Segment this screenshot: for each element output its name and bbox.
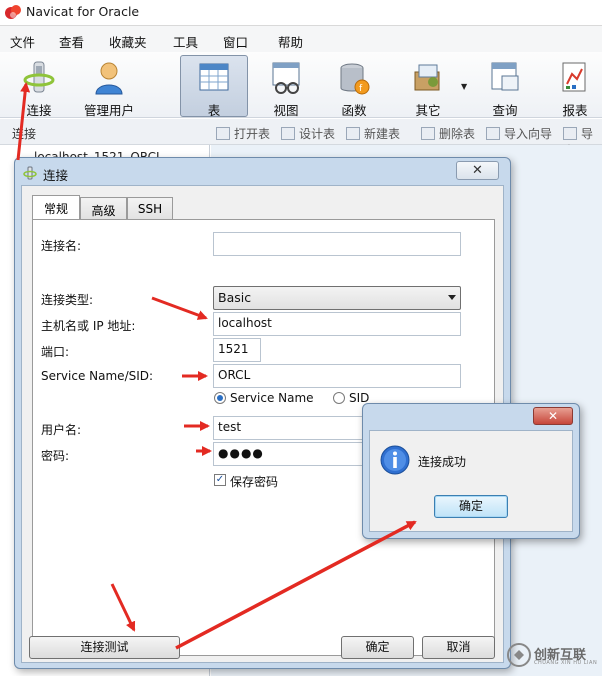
host-label: 主机名或 IP 地址: — [41, 319, 136, 333]
new-table-button[interactable]: 新建表 — [346, 125, 400, 142]
info-icon — [380, 445, 410, 475]
conn-name-label: 连接名: — [41, 239, 82, 253]
menu-view[interactable]: 查看 — [59, 32, 84, 51]
port-label: 端口: — [41, 345, 70, 359]
report-icon — [562, 62, 586, 92]
toolbar-view-label: 视图 — [273, 103, 299, 118]
delete-table-label: 删除表 — [439, 127, 476, 141]
cancel-button[interactable]: 取消 — [422, 636, 495, 659]
watermark-logo: 创新互联 CHUANG XIN HU LIAN — [504, 640, 600, 670]
toolbar-connect-label: 连接 — [26, 103, 52, 118]
dialog-plug-icon — [23, 166, 37, 180]
toolbar-query-button[interactable]: 查询 — [477, 56, 533, 118]
connection-plug-icon — [23, 61, 55, 93]
toolbar-users-label: 管理用户 — [83, 103, 134, 118]
menu-file[interactable]: 文件 — [10, 32, 35, 51]
new-table-icon — [346, 127, 360, 140]
toolbar-connect-button[interactable]: 连接 — [10, 56, 68, 118]
toolbar-function-button[interactable]: f 函数 — [326, 56, 382, 118]
delete-table-button[interactable]: 删除表 — [421, 125, 475, 142]
import-wizard-label: 导入向导 — [504, 127, 553, 141]
dialog-close-button[interactable]: ✕ — [456, 161, 499, 180]
view-glasses-icon — [272, 62, 300, 94]
delete-table-icon — [421, 127, 435, 140]
password-label: 密码: — [41, 449, 70, 463]
test-connection-button[interactable]: 连接测试 — [29, 636, 180, 659]
toolbar-other-button[interactable]: 其它 — [398, 56, 458, 118]
toolbar-users-button[interactable]: 管理用户 — [78, 56, 140, 118]
service-name-radio[interactable] — [214, 392, 226, 404]
toolbar-report-button[interactable]: 报表 — [548, 56, 602, 118]
username-label: 用户名: — [41, 423, 82, 437]
toolbar-report-label: 报表 — [562, 103, 588, 118]
menu-help[interactable]: 帮助 — [278, 32, 303, 51]
port-input[interactable]: 1521 — [213, 338, 261, 362]
table-icon — [199, 63, 229, 91]
app-title: Navicat for Oracle — [26, 4, 140, 19]
open-table-label: 打开表 — [234, 127, 271, 141]
import-wizard-icon — [486, 127, 500, 140]
service-input[interactable]: ORCL — [213, 364, 461, 388]
title-bar: Navicat for Oracle — [0, 0, 602, 26]
open-table-button[interactable]: 打开表 — [216, 125, 270, 142]
other-dropdown-arrow-icon[interactable]: ▼ — [461, 82, 467, 91]
sid-radio[interactable] — [333, 392, 345, 404]
conn-type-select[interactable]: Basic — [213, 286, 461, 310]
object-toolbar: 连接 打开表 设计表 新建表 删除表 导入向导 导出 — [0, 119, 602, 158]
navicat-logo-icon — [5, 5, 21, 19]
tab-advanced[interactable]: 高级 — [80, 197, 127, 219]
menu-favorites[interactable]: 收藏夹 — [109, 32, 147, 51]
design-table-label: 设计表 — [299, 127, 336, 141]
watermark-icon — [507, 643, 531, 667]
design-table-button[interactable]: 设计表 — [281, 125, 335, 142]
dialog-title: 连接 — [43, 168, 69, 183]
new-table-label: 新建表 — [364, 127, 401, 141]
toolbar-view-button[interactable]: 视图 — [258, 56, 314, 118]
conn-name-input[interactable] — [213, 232, 461, 256]
function-database-icon: f — [340, 63, 370, 95]
toolbar-other-label: 其它 — [415, 103, 441, 118]
menu-tools[interactable]: 工具 — [173, 32, 198, 51]
success-message-box: ✕ 连接成功 确定 — [362, 403, 580, 539]
menu-window[interactable]: 窗口 — [223, 32, 248, 51]
toolbar-table-label: 表 — [207, 103, 221, 118]
message-body: 连接成功 确定 — [369, 430, 573, 532]
toolbar-function-label: 函数 — [341, 103, 367, 118]
main-toolbar: 连接 管理用户 表 视图 f 函数 其它 ▼ 查询 报表 — [0, 52, 602, 118]
open-table-icon — [216, 127, 230, 140]
service-label: Service Name/SID: — [41, 369, 154, 383]
toolbar-query-label: 查询 — [492, 103, 518, 118]
query-icon — [491, 62, 519, 91]
tab-general[interactable]: 常规 — [32, 195, 80, 220]
chevron-down-icon — [448, 295, 456, 300]
service-name-radio-label: Service Name — [230, 391, 314, 405]
import-wizard-button[interactable]: 导入向导 — [486, 125, 552, 142]
message-text: 连接成功 — [418, 455, 467, 469]
toolbar-table-button[interactable]: 表 — [180, 55, 248, 118]
export-icon — [563, 127, 577, 140]
host-input[interactable]: localhost — [213, 312, 461, 336]
other-objects-icon — [414, 64, 440, 91]
user-icon — [95, 62, 123, 95]
watermark-subtext: CHUANG XIN HU LIAN — [534, 660, 598, 666]
conn-type-label: 连接类型: — [41, 293, 94, 307]
message-close-button[interactable]: ✕ — [533, 407, 573, 425]
tab-ssh[interactable]: SSH — [127, 197, 173, 219]
save-password-label: 保存密码 — [230, 475, 279, 489]
message-ok-button[interactable]: 确定 — [434, 495, 508, 518]
conn-type-value: Basic — [218, 290, 252, 305]
design-table-icon — [281, 127, 295, 140]
menu-bar: 文件 查看 收藏夹 工具 窗口 帮助 — [0, 26, 602, 52]
save-password-checkbox[interactable]: ✓ — [214, 474, 226, 486]
ok-button[interactable]: 确定 — [341, 636, 414, 659]
pane-title: 连接 — [12, 127, 37, 141]
